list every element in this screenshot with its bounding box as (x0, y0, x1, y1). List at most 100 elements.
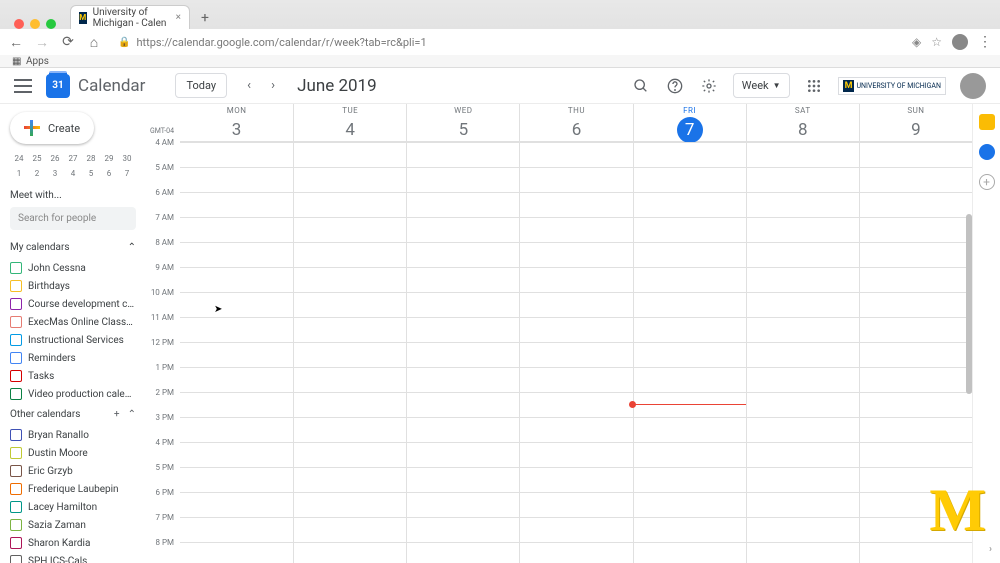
address-bar[interactable]: 🔒 https://calendar.google.com/calendar/r… (112, 36, 902, 49)
calendar-cell[interactable] (180, 543, 293, 563)
scrollbar[interactable] (966, 214, 972, 394)
calendar-cell[interactable] (633, 368, 746, 392)
calendar-cell[interactable] (633, 293, 746, 317)
calendar-item[interactable]: Lacey Hamilton (10, 498, 136, 516)
calendar-cell[interactable] (519, 193, 632, 217)
calendar-cell[interactable] (406, 468, 519, 492)
calendar-cell[interactable] (746, 418, 859, 442)
my-calendars-toggle[interactable]: My calendars ⌃ (10, 242, 136, 253)
calendar-cell[interactable] (746, 268, 859, 292)
calendar-cell[interactable] (180, 368, 293, 392)
calendar-cell[interactable] (519, 418, 632, 442)
calendar-cell[interactable] (406, 343, 519, 367)
calendar-cell[interactable] (406, 518, 519, 542)
create-button[interactable]: Create (10, 112, 94, 144)
calendar-cell[interactable] (293, 468, 406, 492)
add-calendar-icon[interactable]: + (114, 409, 120, 420)
calendar-cell[interactable] (519, 218, 632, 242)
calendar-cell[interactable] (180, 143, 293, 167)
calendar-cell[interactable] (859, 268, 972, 292)
calendar-item[interactable]: Instructional Services (10, 331, 136, 349)
calendar-cell[interactable] (746, 393, 859, 417)
apps-launcher-icon[interactable] (804, 76, 824, 96)
star-icon[interactable]: ☆ (931, 35, 942, 49)
day-header[interactable]: FRI7 (633, 104, 746, 143)
calendar-cell[interactable] (406, 293, 519, 317)
calendar-item[interactable]: ExecMas Online Classes (10, 313, 136, 331)
calendar-cell[interactable] (859, 368, 972, 392)
calendar-cell[interactable] (180, 268, 293, 292)
mini-cal-day[interactable]: 5 (82, 167, 100, 180)
calendar-logo[interactable]: 31 (46, 74, 70, 98)
calendar-cell[interactable] (633, 168, 746, 192)
calendar-cell[interactable] (406, 393, 519, 417)
mini-cal-day[interactable]: 7 (118, 167, 136, 180)
calendar-cell[interactable] (746, 193, 859, 217)
calendar-cell[interactable] (180, 293, 293, 317)
calendar-cell[interactable] (406, 193, 519, 217)
calendar-cell[interactable] (746, 368, 859, 392)
calendar-item[interactable]: Sharon Kardia (10, 534, 136, 552)
mini-cal-day[interactable]: 4 (64, 167, 82, 180)
calendar-cell[interactable] (293, 343, 406, 367)
view-switcher[interactable]: Week ▼ (733, 73, 790, 98)
calendar-checkbox[interactable] (10, 280, 22, 292)
calendar-cell[interactable] (293, 443, 406, 467)
calendar-cell[interactable] (746, 443, 859, 467)
new-tab-button[interactable]: + (194, 7, 216, 29)
day-header[interactable]: MON3 (180, 104, 293, 143)
calendar-checkbox[interactable] (10, 334, 22, 346)
calendar-checkbox[interactable] (10, 388, 22, 400)
calendar-cell[interactable] (293, 368, 406, 392)
calendar-cell[interactable] (180, 468, 293, 492)
calendar-checkbox[interactable] (10, 519, 22, 531)
calendar-item[interactable]: Course development calen... (10, 295, 136, 313)
calendar-cell[interactable] (406, 218, 519, 242)
calendar-cell[interactable] (633, 318, 746, 342)
calendar-item[interactable]: Sazia Zaman (10, 516, 136, 534)
calendar-cell[interactable] (633, 493, 746, 517)
calendar-cell[interactable] (859, 143, 972, 167)
calendar-item[interactable]: Bryan Ranallo (10, 426, 136, 444)
calendar-cell[interactable] (519, 543, 632, 563)
calendar-item[interactable]: Tasks (10, 367, 136, 385)
collapse-panel-icon[interactable]: › (989, 544, 992, 555)
calendar-cell[interactable] (859, 193, 972, 217)
calendar-checkbox[interactable] (10, 316, 22, 328)
calendar-cell[interactable] (519, 443, 632, 467)
calendar-cell[interactable] (633, 418, 746, 442)
mini-cal-day[interactable]: 25 (28, 152, 46, 165)
mini-cal-row[interactable]: 24252627282930 (10, 152, 136, 165)
calendar-cell[interactable] (406, 443, 519, 467)
calendar-cell[interactable] (633, 268, 746, 292)
day-header[interactable]: SUN9 (859, 104, 972, 143)
calendar-cell[interactable] (746, 243, 859, 267)
calendar-cell[interactable] (519, 143, 632, 167)
calendar-cell[interactable] (406, 243, 519, 267)
calendar-cell[interactable] (519, 368, 632, 392)
calendar-cell[interactable] (180, 343, 293, 367)
calendar-cell[interactable] (293, 193, 406, 217)
mini-cal-day[interactable]: 29 (100, 152, 118, 165)
mini-cal-day[interactable]: 6 (100, 167, 118, 180)
calendar-item[interactable]: Video production calendar (10, 385, 136, 403)
calendar-cell[interactable] (633, 218, 746, 242)
mini-cal-day[interactable]: 1 (10, 167, 28, 180)
apps-grid-icon[interactable]: ▦ (12, 56, 22, 66)
calendar-cell[interactable] (406, 368, 519, 392)
calendar-cell[interactable] (180, 393, 293, 417)
calendar-cell[interactable] (859, 293, 972, 317)
calendar-cell[interactable] (406, 493, 519, 517)
calendar-cell[interactable] (859, 218, 972, 242)
calendar-cell[interactable] (293, 168, 406, 192)
calendar-cell[interactable] (859, 543, 972, 563)
today-button[interactable]: Today (175, 73, 227, 98)
calendar-item[interactable]: Dustin Moore (10, 444, 136, 462)
next-period-button[interactable]: › (261, 74, 285, 98)
calendar-cell[interactable] (406, 418, 519, 442)
calendar-cell[interactable] (746, 518, 859, 542)
day-header[interactable]: TUE4 (293, 104, 406, 143)
calendar-cell[interactable] (293, 418, 406, 442)
calendar-cell[interactable] (519, 393, 632, 417)
calendar-cell[interactable] (746, 218, 859, 242)
